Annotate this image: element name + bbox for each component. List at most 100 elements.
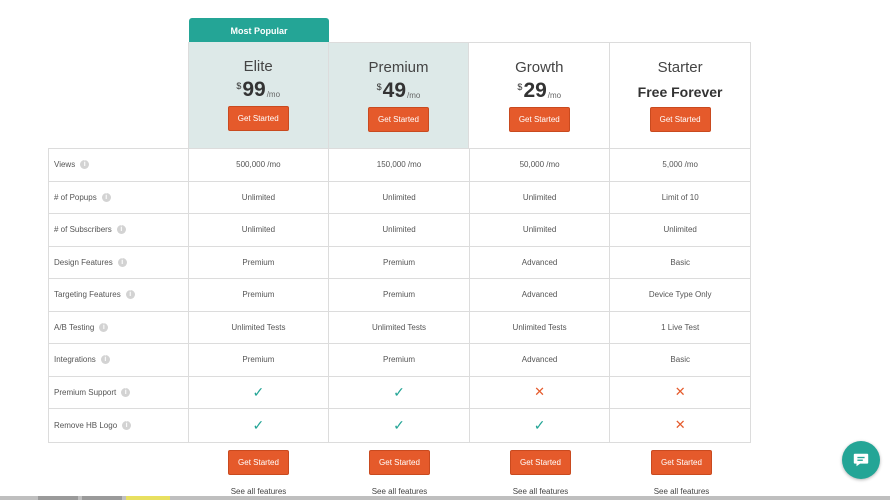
see-all-features-link[interactable]: See all features [470, 487, 611, 496]
feature-cell: Unlimited Tests [470, 311, 611, 343]
feature-row: Views i 500,000 /mo 150,000 /mo 50,000 /mo 5,… [49, 149, 751, 182]
get-started-button[interactable]: Get Started [228, 450, 289, 475]
taskbar-item[interactable] [82, 496, 122, 500]
see-all-features-link[interactable]: See all features [188, 487, 329, 496]
chat-button[interactable] [842, 441, 880, 479]
feature-label-text: Targeting Features [54, 290, 121, 300]
feature-label-text: # of Subscribers [54, 225, 112, 235]
feature-cell: Unlimited [329, 214, 470, 246]
feature-row: Premium Support i ✓ ✓ ✕ ✕ [49, 376, 751, 409]
feature-cell: Basic [610, 246, 751, 278]
feature-cell: Advanced [470, 344, 611, 376]
feature-cell: ✓ [329, 376, 470, 408]
check-icon: ✓ [533, 416, 546, 433]
most-popular-badge: Most Popular [189, 18, 329, 43]
feature-cell: 500,000 /mo [189, 149, 330, 181]
feature-label: # of Subscribers i [49, 214, 189, 246]
get-started-button-elite[interactable]: Get Started [227, 106, 289, 131]
plan-price: $ 29 /mo [469, 79, 609, 105]
feature-label: Targeting Features i [49, 279, 189, 311]
feature-cell: Unlimited [189, 181, 330, 213]
check-icon: ✓ [393, 383, 405, 400]
get-started-button[interactable]: Get Started [651, 450, 712, 475]
feature-row: # of Popups i Unlimited Unlimited Unlimited L… [49, 181, 751, 214]
taskbar-item[interactable] [38, 496, 78, 500]
taskbar-strip [0, 496, 890, 500]
info-icon[interactable]: i [100, 355, 110, 365]
feature-row: A/B Testing i Unlimited Tests Unlimited Tes… [49, 311, 751, 344]
feature-cell: ✕ [470, 376, 611, 408]
price-currency: $ [517, 82, 523, 92]
cross-icon: ✕ [674, 417, 686, 433]
feature-cell: Device Type Only [610, 279, 751, 311]
feature-cell: Premium [189, 344, 330, 376]
get-started-button[interactable]: Get Started [510, 450, 571, 475]
info-icon[interactable]: i [80, 160, 90, 170]
price-free: Free Forever [637, 84, 723, 100]
footer-cell-elite: Get Started See all features [188, 450, 329, 496]
feature-cell: ✕ [610, 376, 751, 408]
taskbar-item[interactable] [126, 496, 170, 500]
plan-growth: Growth $ 29 /mo Get Started [469, 42, 611, 148]
check-icon: ✓ [393, 416, 405, 433]
info-icon[interactable]: i [121, 387, 131, 397]
feature-cell: ✓ [189, 376, 330, 408]
plan-premium: Premium $ 49 /mo Get Started [328, 42, 470, 148]
info-icon[interactable]: i [125, 290, 135, 300]
check-icon: ✓ [252, 383, 265, 400]
feature-cell: Premium [329, 246, 470, 278]
feature-label-text: Views [54, 160, 76, 170]
feature-cell: Unlimited Tests [329, 311, 470, 343]
price-currency: $ [236, 81, 242, 91]
feature-cell: Unlimited [329, 181, 470, 213]
feature-cell: Unlimited [610, 214, 751, 246]
feature-cell: Unlimited Tests [189, 311, 330, 343]
feature-label: # of Popups i [49, 181, 189, 213]
feature-cell: ✓ [189, 409, 330, 442]
plan-elite: Elite $ 99 /mo Get Started [187, 42, 329, 148]
feature-label-text: Design Features [54, 257, 113, 267]
feature-cell: ✓ [329, 409, 470, 442]
see-all-features-link[interactable]: See all features [329, 487, 470, 496]
footer-cell-growth: Get Started See all features [470, 450, 611, 496]
get-started-button-premium[interactable]: Get Started [368, 107, 429, 132]
price-amount: 29 [523, 79, 547, 102]
feature-cell: Advanced [470, 279, 611, 311]
feature-row: # of Subscribers i Unlimited Unlimited Unlim… [49, 214, 751, 247]
price-period: /mo [407, 91, 421, 100]
info-icon[interactable]: i [101, 192, 111, 202]
plan-price: $ 99 /mo [189, 78, 328, 104]
info-icon[interactable]: i [99, 322, 109, 332]
footer-cta-row: Get Started See all features Get Started… [188, 450, 752, 496]
cross-icon: ✕ [674, 384, 686, 400]
feature-row: Design Features i Premium Premium Advanced Ba… [49, 246, 751, 279]
pricing-table: Elite $ 99 /mo Get Started Premium $ 49 … [48, 42, 751, 443]
plan-starter: Starter Free Forever Get Started [610, 42, 751, 148]
info-icon[interactable]: i [116, 225, 126, 235]
info-icon[interactable]: i [122, 420, 132, 430]
feature-cell: Limit of 10 [610, 181, 751, 213]
feature-cell: Premium [189, 246, 330, 278]
plan-name: Growth [515, 59, 564, 76]
plan-price: $ 49 /mo [329, 79, 469, 105]
get-started-button-growth[interactable]: Get Started [508, 107, 570, 132]
get-started-button-starter[interactable]: Get Started [649, 107, 711, 132]
feature-label: Integrations i [49, 344, 189, 376]
feature-cell: Unlimited [470, 181, 611, 213]
feature-cell: ✕ [610, 409, 751, 442]
feature-label: A/B Testing i [49, 311, 189, 343]
check-icon: ✓ [252, 416, 265, 433]
feature-cell: 5,000 /mo [610, 149, 751, 181]
feature-cell: Premium [189, 279, 330, 311]
feature-cell: Premium [329, 344, 470, 376]
footer-cell-starter: Get Started See all features [611, 450, 752, 496]
feature-cell: ✓ [470, 409, 611, 442]
price-period: /mo [266, 90, 281, 99]
plan-name: Elite [243, 58, 273, 75]
chat-icon [853, 453, 869, 467]
feature-cell: Unlimited [470, 214, 611, 246]
see-all-features-link[interactable]: See all features [611, 487, 752, 496]
feature-label-text: Premium Support [54, 387, 117, 397]
get-started-button[interactable]: Get Started [369, 450, 430, 475]
info-icon[interactable]: i [117, 257, 127, 267]
